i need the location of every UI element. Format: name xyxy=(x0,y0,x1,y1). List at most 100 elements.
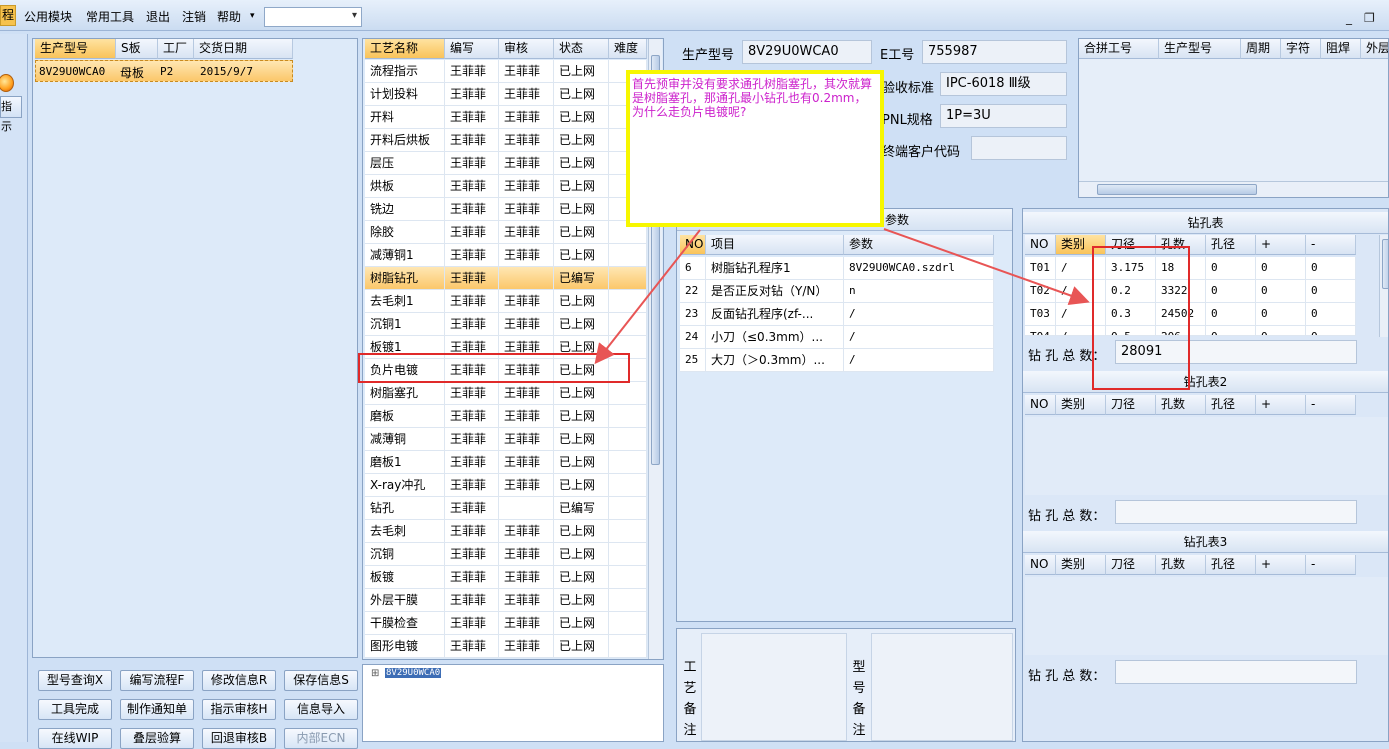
scroll-thumb[interactable] xyxy=(1382,239,1388,289)
table-cell[interactable]: 0 xyxy=(1256,280,1306,303)
col-header-5[interactable]: + xyxy=(1256,235,1306,255)
table-cell[interactable] xyxy=(609,520,647,543)
table-cell[interactable]: 0 xyxy=(1206,280,1256,303)
table-row[interactable]: 磨板1 xyxy=(365,451,445,474)
table-cell[interactable]: 王菲菲 xyxy=(445,405,499,428)
table-cell[interactable]: 王菲菲 xyxy=(499,198,554,221)
table-cell[interactable]: 树脂钻孔程序1 xyxy=(706,257,844,280)
table-row[interactable]: 板镀 xyxy=(365,566,445,589)
table-cell[interactable]: 0 xyxy=(1206,303,1256,326)
menu-item-flow[interactable]: 程 xyxy=(0,5,16,26)
query-model-button[interactable]: 型号查询X xyxy=(38,670,112,691)
table-cell[interactable]: 0 xyxy=(1306,303,1356,326)
minimize-icon[interactable]: _ xyxy=(1346,11,1352,25)
merge-hscrollbar[interactable] xyxy=(1079,181,1388,197)
col-header-6[interactable]: - xyxy=(1306,555,1356,575)
table-cell[interactable]: 已上网 xyxy=(554,198,609,221)
table-cell[interactable]: 已上网 xyxy=(554,152,609,175)
table-cell[interactable]: 王菲菲 xyxy=(445,589,499,612)
table-row[interactable]: T03 xyxy=(1025,303,1056,326)
table-row[interactable]: T04 xyxy=(1025,326,1056,336)
table-cell[interactable]: 已上网 xyxy=(554,106,609,129)
table-cell[interactable]: 是否正反对钻（Y/N） xyxy=(706,280,844,303)
col-header-difficulty[interactable]: 难度 xyxy=(609,39,647,59)
table-cell[interactable]: 王菲菲 xyxy=(499,451,554,474)
table-cell[interactable]: 0 xyxy=(1256,303,1306,326)
table-row[interactable]: 树脂塞孔 xyxy=(365,382,445,405)
table-cell[interactable]: / xyxy=(844,349,994,372)
table-cell[interactable]: 王菲菲 xyxy=(445,543,499,566)
table-row[interactable]: T02 xyxy=(1025,280,1056,303)
chevron-down-icon[interactable]: ▾ xyxy=(250,11,255,21)
table-cell[interactable]: 已上网 xyxy=(554,221,609,244)
table-cell[interactable]: 小刀（≤0.3mm）... xyxy=(706,326,844,349)
table-cell[interactable]: 王菲菲 xyxy=(445,175,499,198)
accept-standard-field[interactable]: IPC-6018 Ⅲ级 xyxy=(940,72,1067,96)
table-cell[interactable] xyxy=(609,428,647,451)
drill1-scrollbar[interactable] xyxy=(1379,235,1388,337)
table-cell[interactable]: 王菲菲 xyxy=(499,428,554,451)
table-cell[interactable]: 已编写 xyxy=(554,497,609,520)
table-cell[interactable] xyxy=(499,497,554,520)
col-header-model[interactable]: 生产型号 xyxy=(35,39,116,59)
table-row[interactable]: 24 xyxy=(680,326,706,349)
table-cell[interactable] xyxy=(609,612,647,635)
table-cell[interactable]: 王菲菲 xyxy=(499,520,554,543)
col-header-0[interactable]: NO xyxy=(1025,395,1056,415)
info-import-button[interactable]: 信息导入 xyxy=(284,699,358,720)
table-row[interactable]: T01 xyxy=(1025,257,1056,280)
col-header-3[interactable]: 孔数 xyxy=(1156,555,1206,575)
tree-node[interactable]: 8V29U0WCA0 xyxy=(385,668,442,678)
col-header-1[interactable]: 类别 xyxy=(1056,395,1106,415)
end-customer-field[interactable] xyxy=(971,136,1067,160)
process-remark-field[interactable] xyxy=(701,633,847,741)
col-header-2[interactable]: 刀径 xyxy=(1106,395,1156,415)
table-row[interactable]: 计划投料 xyxy=(365,83,445,106)
col-header-2[interactable]: 刀径 xyxy=(1106,555,1156,575)
table-cell[interactable] xyxy=(609,313,647,336)
table-cell[interactable]: 已上网 xyxy=(554,129,609,152)
table-cell[interactable]: 已上网 xyxy=(554,60,609,83)
table-cell[interactable]: 大刀（＞0.3mm）... xyxy=(706,349,844,372)
table-cell[interactable]: 王菲菲 xyxy=(499,612,554,635)
menu-item-exit[interactable]: 退出 xyxy=(146,8,170,25)
edit-flow-button[interactable]: 编写流程F xyxy=(120,670,194,691)
table-cell[interactable]: 已上网 xyxy=(554,635,609,658)
table-row[interactable]: 树脂钻孔 xyxy=(365,267,445,290)
col-header-process-name[interactable]: 工艺名称 xyxy=(365,39,445,59)
table-row[interactable]: 流程指示 xyxy=(365,60,445,83)
col-header-0[interactable]: NO xyxy=(1025,555,1056,575)
table-row[interactable]: 22 xyxy=(680,280,706,303)
col-header-0[interactable]: NO xyxy=(1025,235,1056,255)
table-cell[interactable] xyxy=(499,267,554,290)
table-cell[interactable]: 王菲菲 xyxy=(445,382,499,405)
table-cell[interactable]: 8V29U0WCA0.szdrl xyxy=(844,257,994,280)
table-cell[interactable]: 已上网 xyxy=(554,290,609,313)
expand-icon[interactable]: ⊞ xyxy=(371,668,379,679)
table-row[interactable]: 除胶 xyxy=(365,221,445,244)
table-cell[interactable]: 王菲菲 xyxy=(445,451,499,474)
table-cell[interactable]: 王菲菲 xyxy=(445,474,499,497)
table-cell[interactable]: 王菲菲 xyxy=(445,635,499,658)
table-cell[interactable]: 已上网 xyxy=(554,543,609,566)
table-cell[interactable]: / xyxy=(844,326,994,349)
table-cell[interactable] xyxy=(609,290,647,313)
table-cell[interactable]: 王菲菲 xyxy=(445,221,499,244)
table-row[interactable]: 干膜检查 xyxy=(365,612,445,635)
table-cell[interactable]: 王菲菲 xyxy=(445,129,499,152)
table-cell[interactable]: 王菲菲 xyxy=(499,635,554,658)
drill3-total-field[interactable] xyxy=(1115,660,1357,684)
table-cell[interactable]: 王菲菲 xyxy=(499,589,554,612)
table-cell[interactable]: 0 xyxy=(1206,257,1256,280)
table-row[interactable]: 去毛刺1 xyxy=(365,290,445,313)
col-header-delivery[interactable]: 交货日期 xyxy=(194,39,293,59)
table-cell[interactable]: 已上网 xyxy=(554,612,609,635)
modify-info-button[interactable]: 修改信息R xyxy=(202,670,276,691)
table-row[interactable]: 图形电镀 xyxy=(365,635,445,658)
table-cell[interactable]: 已上网 xyxy=(554,566,609,589)
table-cell[interactable]: 王菲菲 xyxy=(499,566,554,589)
col-header-char[interactable]: 字符 xyxy=(1281,39,1321,59)
table-cell[interactable]: 王菲菲 xyxy=(445,106,499,129)
table-cell[interactable] xyxy=(609,451,647,474)
table-cell[interactable]: 已上网 xyxy=(554,313,609,336)
